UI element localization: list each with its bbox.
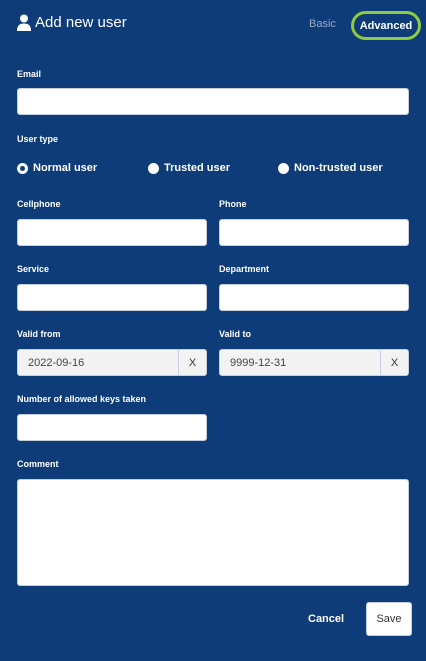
add-user-panel: Add new user Basic Advanced Email User t… [0, 0, 426, 661]
radio-trusted-user-label: Trusted user [164, 162, 231, 174]
advanced-mode-label: Advanced [359, 19, 413, 32]
panel-header: Add new user Basic Advanced [0, 0, 426, 50]
valid-to-field[interactable] [220, 350, 380, 375]
email-label: Email [17, 69, 42, 79]
valid-from-field[interactable] [18, 350, 178, 375]
user-icon [17, 14, 31, 31]
service-field[interactable] [17, 284, 207, 311]
radio-non-trusted-user-label: Non-trusted user [294, 162, 383, 174]
panel-title-text: Add new user [35, 14, 127, 31]
comment-label: Comment [17, 459, 59, 469]
basic-mode-tab[interactable]: Basic [309, 18, 336, 30]
radio-non-trusted-user[interactable]: Non-trusted user [278, 162, 383, 174]
user-type-label: User type [17, 134, 59, 144]
radio-non-trusted-user-button[interactable] [278, 162, 289, 174]
department-field[interactable] [219, 284, 409, 311]
cancel-button[interactable]: Cancel [308, 609, 344, 629]
cellphone-label: Cellphone [17, 199, 61, 209]
service-label: Service [17, 264, 50, 274]
radio-normal-user[interactable]: Normal user [17, 162, 97, 174]
valid-to-clear-button[interactable]: X [380, 350, 408, 375]
valid-to-picker: X [219, 349, 409, 376]
radio-trusted-user-button[interactable] [148, 162, 159, 174]
department-label: Department [219, 264, 270, 274]
comment-textarea[interactable] [17, 479, 409, 586]
phone-field[interactable] [219, 219, 409, 246]
valid-from-label: Valid from [17, 329, 61, 339]
cellphone-field[interactable] [17, 219, 207, 246]
advanced-mode-tab[interactable]: Advanced [351, 11, 421, 40]
valid-from-clear-button[interactable]: X [178, 350, 206, 375]
radio-trusted-user[interactable]: Trusted user [148, 162, 230, 174]
save-button[interactable]: Save [366, 602, 412, 636]
allowed-keys-field[interactable] [17, 414, 207, 441]
allowed-keys-label: Number of allowed keys taken [17, 394, 147, 404]
valid-to-label: Valid to [219, 329, 252, 339]
valid-from-picker: X [17, 349, 207, 376]
phone-label: Phone [219, 199, 247, 209]
radio-normal-user-label: Normal user [33, 162, 98, 174]
radio-normal-user-button[interactable] [17, 162, 28, 174]
email-field[interactable] [17, 88, 409, 115]
panel-title: Add new user [17, 14, 127, 31]
